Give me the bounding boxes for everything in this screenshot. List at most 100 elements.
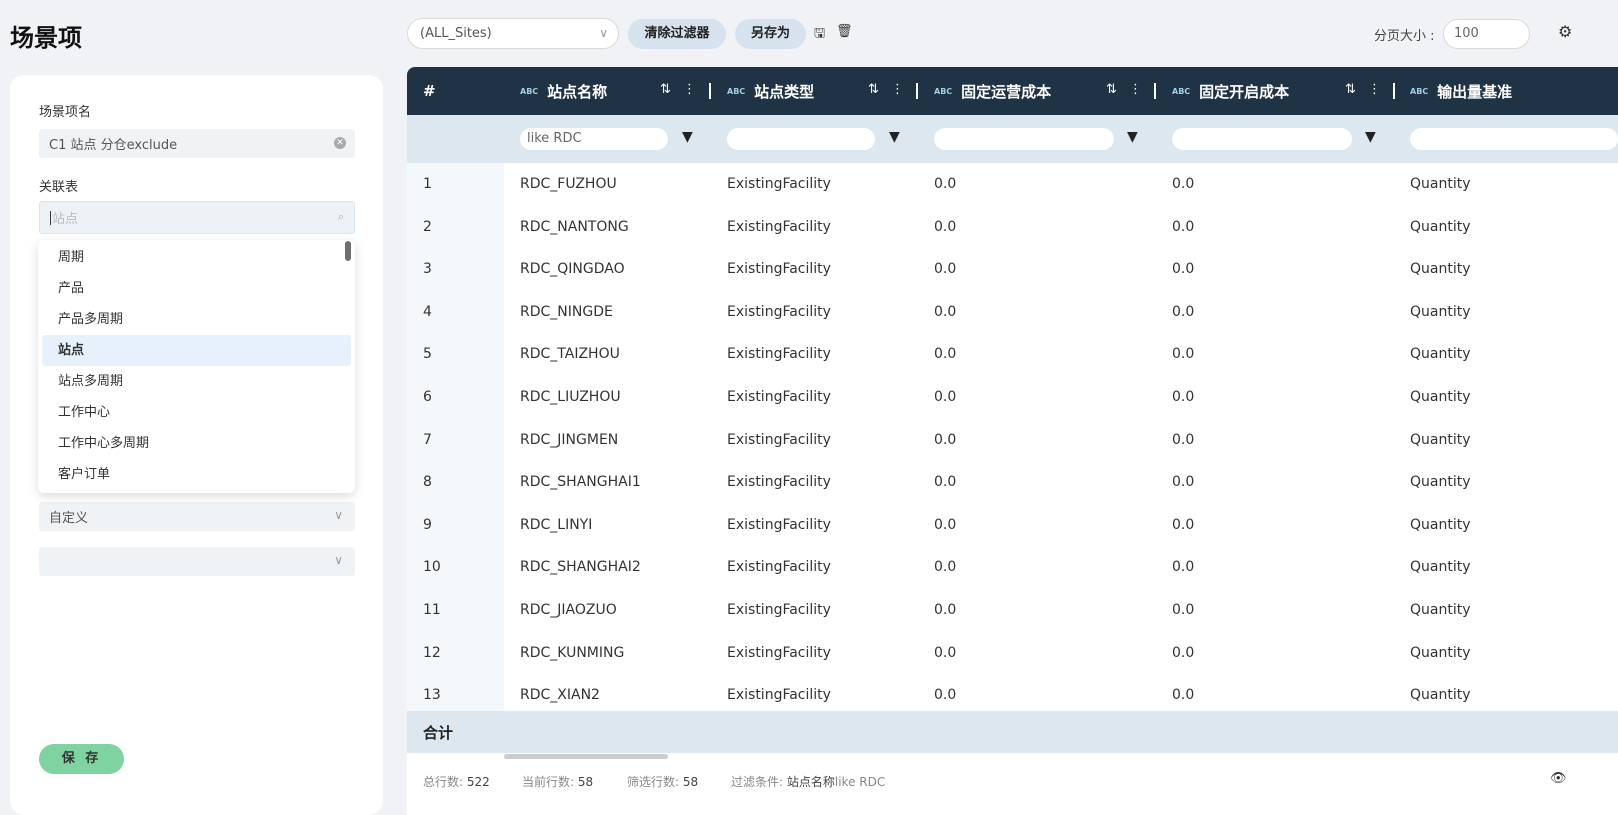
table-row[interactable]: 10 RDC_SHANGHAI2 ExistingFacility 0.0 0.0 Qua… <box>407 546 1618 589</box>
table-cell[interactable]: RDC_LINYI <box>520 504 592 546</box>
filter-icon[interactable]: ▼ <box>1127 129 1138 145</box>
table-cell[interactable]: 0.0 <box>934 674 956 711</box>
table-row[interactable]: 13 RDC_XIAN2 ExistingFacility 0.0 0.0 Quantit… <box>407 674 1618 711</box>
sort-icon[interactable]: ⇅ <box>1345 82 1362 97</box>
menu-icon[interactable]: ⋮ <box>683 82 702 97</box>
table-cell[interactable]: 0.0 <box>934 248 956 290</box>
table-cell[interactable]: ExistingFacility <box>727 504 831 546</box>
table-cell[interactable]: 0.0 <box>934 504 956 546</box>
column-resize-handle[interactable] <box>916 83 918 99</box>
table-cell[interactable]: Quantity <box>1410 674 1471 711</box>
filter-icon[interactable]: ▼ <box>889 129 900 145</box>
table-cell[interactable]: ExistingFacility <box>727 206 831 248</box>
table-cell[interactable]: 0.0 <box>1172 461 1194 503</box>
table-cell[interactable]: ExistingFacility <box>727 419 831 461</box>
table-cell[interactable]: Quantity <box>1410 333 1471 375</box>
table-cell[interactable]: RDC_JIAOZUO <box>520 589 617 631</box>
type-select[interactable]: 自定义 ∨ <box>39 502 355 531</box>
table-cell[interactable]: Quantity <box>1410 504 1471 546</box>
table-cell[interactable]: ExistingFacility <box>727 632 831 674</box>
table-cell[interactable]: 0.0 <box>1172 589 1194 631</box>
filter-input-fixed-opening-cost[interactable] <box>1172 128 1352 150</box>
column-resize-handle[interactable] <box>709 83 711 99</box>
table-cell[interactable]: Quantity <box>1410 206 1471 248</box>
table-cell[interactable]: RDC_NANTONG <box>520 206 629 248</box>
sort-icon[interactable]: ⇅ <box>868 82 885 97</box>
table-cell[interactable]: 0.0 <box>934 376 956 418</box>
table-cell[interactable]: 0.0 <box>934 632 956 674</box>
table-cell[interactable]: 0.0 <box>934 206 956 248</box>
table-cell[interactable]: 0.0 <box>1172 376 1194 418</box>
table-cell[interactable]: RDC_LIUZHOU <box>520 376 621 418</box>
page-size-input[interactable]: 100 <box>1443 19 1530 49</box>
table-cell[interactable]: 0.0 <box>934 461 956 503</box>
table-cell[interactable]: RDC_FUZHOU <box>520 163 617 205</box>
clear-icon[interactable]: ✕ <box>334 137 346 149</box>
table-cell[interactable]: 0.0 <box>1172 163 1194 205</box>
dropdown-item[interactable]: 产品多周期 <box>42 304 351 335</box>
dropdown-item[interactable]: 工作中心多周期 <box>42 428 351 459</box>
horizontal-scrollbar[interactable] <box>504 754 668 759</box>
table-cell[interactable]: 0.0 <box>1172 504 1194 546</box>
table-cell[interactable]: 0.0 <box>1172 333 1194 375</box>
menu-icon[interactable]: ⋮ <box>1368 82 1387 97</box>
sort-icon[interactable]: ⇅ <box>660 82 677 97</box>
table-row[interactable]: 12 RDC_KUNMING ExistingFacility 0.0 0.0 Quant… <box>407 632 1618 675</box>
eye-off-icon[interactable]: 👁 <box>1550 771 1567 786</box>
filter-input-fixed-operating-cost[interactable] <box>934 128 1114 150</box>
table-row[interactable]: 9 RDC_LINYI ExistingFacility 0.0 0.0 Quantity <box>407 504 1618 547</box>
filter-input-site-name[interactable]: like RDC <box>520 128 668 150</box>
filter-icon[interactable]: ▼ <box>682 129 693 145</box>
table-cell[interactable]: 0.0 <box>1172 248 1194 290</box>
dropdown-item[interactable]: 站点多周期 <box>42 366 351 397</box>
table-row[interactable]: 4 RDC_NINGDE ExistingFacility 0.0 0.0 Quantit… <box>407 291 1618 334</box>
table-cell[interactable]: 0.0 <box>1172 546 1194 588</box>
table-cell[interactable]: RDC_NINGDE <box>520 291 613 333</box>
table-cell[interactable]: RDC_KUNMING <box>520 632 624 674</box>
dropdown-item[interactable]: 客户订单 <box>42 459 351 490</box>
menu-icon[interactable]: ⋮ <box>891 82 910 97</box>
table-cell[interactable]: Quantity <box>1410 461 1471 503</box>
menu-icon[interactable]: ⋮ <box>1129 82 1148 97</box>
table-cell[interactable]: 0.0 <box>1172 632 1194 674</box>
table-cell[interactable]: 0.0 <box>1172 291 1194 333</box>
table-cell[interactable]: Quantity <box>1410 376 1471 418</box>
table-cell[interactable]: RDC_SHANGHAI2 <box>520 546 641 588</box>
name-field[interactable]: C1 站点 分仓exclude ✕ <box>39 129 355 158</box>
save-button[interactable]: 保 存 <box>39 744 124 774</box>
table-cell[interactable]: ExistingFacility <box>727 546 831 588</box>
table-cell[interactable]: Quantity <box>1410 248 1471 290</box>
clear-filter-button[interactable]: 清除过滤器 <box>628 19 726 49</box>
table-cell[interactable]: ExistingFacility <box>727 461 831 503</box>
table-row[interactable]: 6 RDC_LIUZHOU ExistingFacility 0.0 0.0 Quanti… <box>407 376 1618 419</box>
dropdown-item-selected[interactable]: 站点 <box>42 335 351 366</box>
table-cell[interactable]: 0.0 <box>934 546 956 588</box>
filter-input-site-type[interactable] <box>727 128 875 150</box>
table-cell[interactable]: 0.0 <box>934 163 956 205</box>
column-header-site-name[interactable]: ABC 站点名称 <box>520 67 607 115</box>
table-row[interactable]: 5 RDC_TAIZHOU ExistingFacility 0.0 0.0 Quanti… <box>407 333 1618 376</box>
save-icon[interactable]: 🖫 <box>814 24 825 46</box>
table-cell[interactable]: 0.0 <box>1172 419 1194 461</box>
extra-select[interactable]: ∨ <box>39 547 355 576</box>
table-row[interactable]: 3 RDC_QINGDAO ExistingFacility 0.0 0.0 Quanti… <box>407 248 1618 291</box>
table-cell[interactable]: ExistingFacility <box>727 291 831 333</box>
filter-icon[interactable]: ▼ <box>1365 129 1376 145</box>
table-cell[interactable]: 0.0 <box>1172 674 1194 711</box>
table-cell[interactable]: RDC_JINGMEN <box>520 419 618 461</box>
table-cell[interactable]: Quantity <box>1410 419 1471 461</box>
table-row[interactable]: 11 RDC_JIAOZUO ExistingFacility 0.0 0.0 Quant… <box>407 589 1618 632</box>
table-cell[interactable]: ExistingFacility <box>727 376 831 418</box>
site-select[interactable]: (ALL_Sites) ∨ <box>407 18 619 49</box>
column-header-site-type[interactable]: ABC 站点类型 <box>727 67 814 115</box>
table-cell[interactable]: Quantity <box>1410 589 1471 631</box>
column-header-fixed-opening-cost[interactable]: ABC 固定开启成本 <box>1172 67 1289 115</box>
column-resize-handle[interactable] <box>1154 83 1156 99</box>
table-cell[interactable]: Quantity <box>1410 163 1471 205</box>
save-as-button[interactable]: 另存为 <box>735 19 806 49</box>
table-cell[interactable]: RDC_TAIZHOU <box>520 333 620 375</box>
gear-icon[interactable]: ⚙ <box>1558 22 1572 41</box>
table-cell[interactable]: RDC_XIAN2 <box>520 674 600 711</box>
table-row[interactable]: 2 RDC_NANTONG ExistingFacility 0.0 0.0 Quanti… <box>407 206 1618 249</box>
table-cell[interactable]: 0.0 <box>934 419 956 461</box>
